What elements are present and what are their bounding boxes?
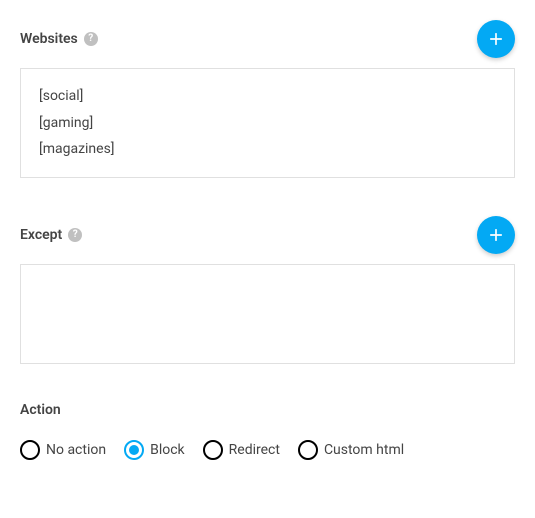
action-section: Action No action Block Redirect Custom h… [20, 402, 515, 460]
radio-option-no-action[interactable]: No action [20, 440, 114, 460]
except-section: Except ? [20, 216, 515, 364]
radio-icon [124, 440, 144, 460]
radio-option-redirect[interactable]: Redirect [203, 440, 288, 460]
except-label-wrap: Except ? [20, 227, 82, 243]
websites-label: Websites [20, 31, 78, 47]
action-radio-group: No action Block Redirect Custom html [20, 440, 515, 460]
websites-section: Websites ? [social] [gaming] [magazines] [20, 20, 515, 178]
radio-label: No action [46, 442, 106, 458]
add-website-button[interactable] [477, 20, 515, 58]
radio-icon [203, 440, 223, 460]
list-item: [gaming] [39, 110, 496, 137]
plus-icon [486, 225, 506, 245]
websites-header: Websites ? [20, 20, 515, 58]
radio-label: Block [150, 442, 185, 458]
radio-option-custom-html[interactable]: Custom html [298, 440, 412, 460]
help-icon[interactable]: ? [68, 228, 82, 242]
radio-icon [20, 440, 40, 460]
help-icon[interactable]: ? [84, 32, 98, 46]
plus-icon [486, 29, 506, 49]
except-label: Except [20, 227, 62, 243]
except-header: Except ? [20, 216, 515, 254]
add-except-button[interactable] [477, 216, 515, 254]
action-label: Action [20, 402, 515, 418]
list-item: [social] [39, 83, 496, 110]
radio-label: Redirect [229, 442, 280, 458]
radio-icon [298, 440, 318, 460]
radio-label: Custom html [324, 442, 404, 458]
websites-label-wrap: Websites ? [20, 31, 98, 47]
websites-box[interactable]: [social] [gaming] [magazines] [20, 68, 515, 178]
except-box[interactable] [20, 264, 515, 364]
radio-option-block[interactable]: Block [124, 440, 193, 460]
list-item: [magazines] [39, 136, 496, 163]
